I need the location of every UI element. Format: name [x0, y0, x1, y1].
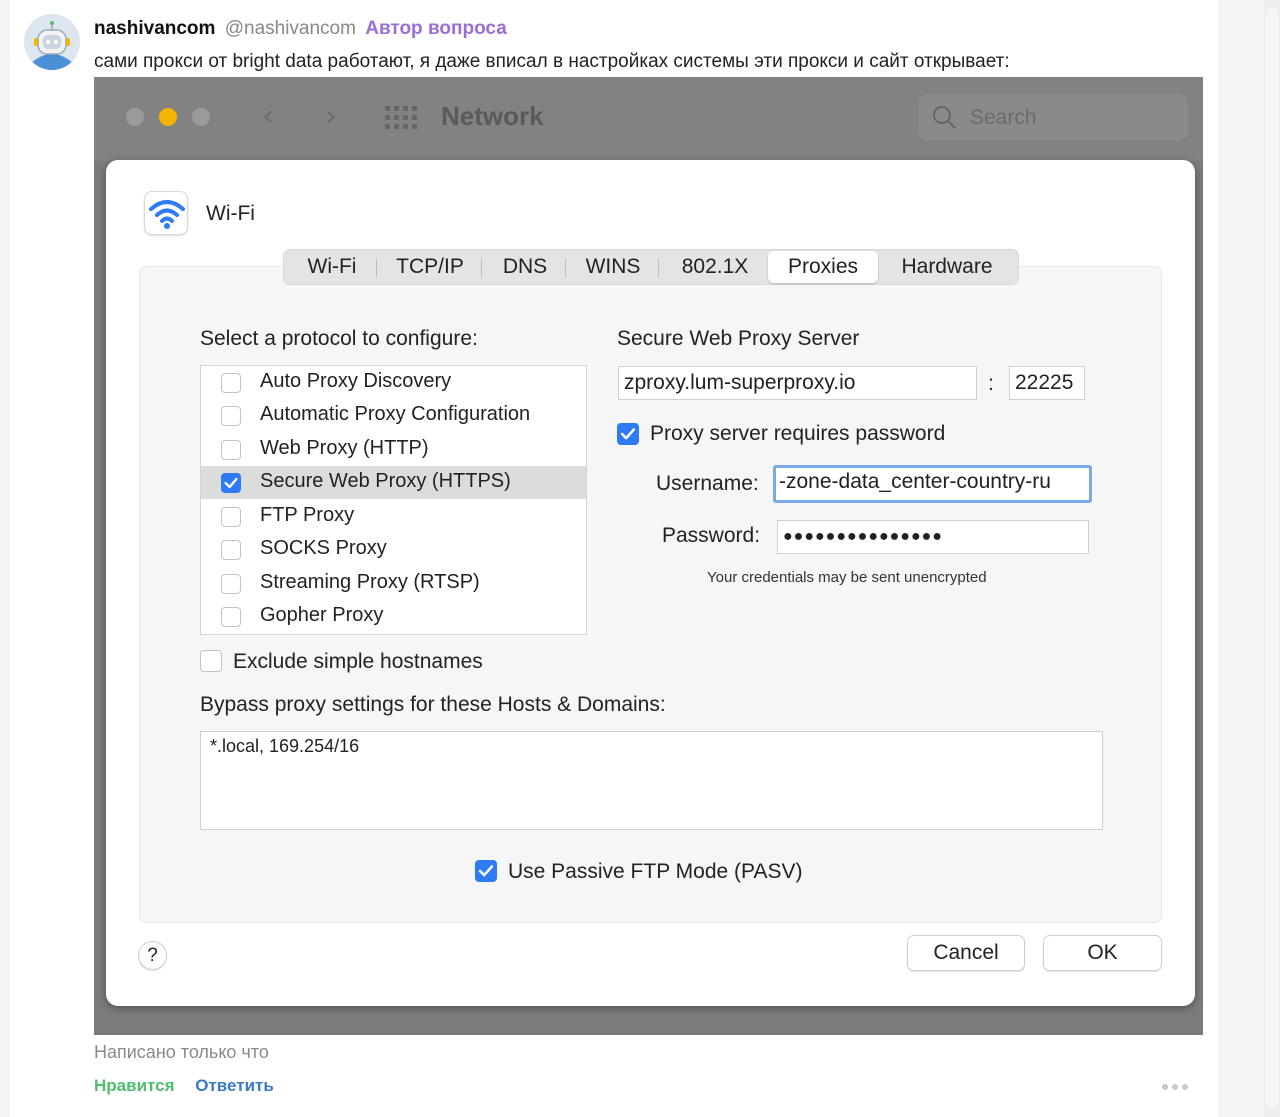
requires-password-label: Proxy server requires password — [650, 422, 946, 445]
proxy-host-input[interactable]: zproxy.lum-superproxy.io — [618, 366, 977, 400]
proxy-settings-dialog: Wi-Fi Wi-Fi TCP/IP DNS WINS 802.1X Proxi… — [106, 160, 1195, 1006]
protocol-item-ftp[interactable]: FTP Proxy — [201, 500, 586, 533]
forward-arrow-icon: › — [325, 99, 337, 134]
server-heading: Secure Web Proxy Server — [617, 327, 860, 350]
tab-wins[interactable]: WINS — [573, 250, 653, 284]
comment-time: Написано только что — [94, 1042, 269, 1062]
username-input[interactable]: -zone-data_center-country-ru — [773, 465, 1092, 503]
username-label: Username: — [656, 472, 759, 495]
more-options-icon[interactable] — [1162, 1084, 1192, 1092]
protocol-label: Web Proxy (HTTP) — [260, 437, 429, 459]
bypass-textarea[interactable]: *.local, 169.254/16 — [200, 731, 1103, 830]
zoom-light — [192, 108, 210, 126]
protocol-checkbox[interactable] — [221, 607, 241, 627]
comment-text: сами прокси от bright data работают, я д… — [94, 51, 1010, 72]
tab-tcpip[interactable]: TCP/IP — [384, 250, 476, 284]
scrollbar-thumb[interactable] — [1266, 8, 1278, 1108]
comment-card: nashivancom @nashivancom Автор вопроса с… — [10, 0, 1218, 1117]
window-title: Network — [441, 101, 544, 131]
protocol-item-auto-discovery[interactable]: Auto Proxy Discovery — [201, 366, 586, 399]
exclude-simple-checkbox[interactable] — [200, 650, 222, 672]
author-line: nashivancom @nashivancom Автор вопроса — [94, 18, 507, 40]
wifi-interface-icon — [144, 191, 188, 235]
protocol-label: Automatic Proxy Configuration — [260, 403, 531, 425]
author-badge: Автор вопроса — [365, 18, 507, 39]
protocol-label: Streaming Proxy (RTSP) — [260, 571, 480, 593]
close-light — [126, 108, 144, 126]
embedded-screenshot[interactable]: ‹ › Network Search Wi-Fi Wi-Fi TCP/IP DN… — [94, 77, 1203, 1035]
minimize-light — [159, 108, 177, 126]
help-button[interactable]: ? — [138, 941, 167, 970]
settings-tabs: Wi-Fi TCP/IP DNS WINS 802.1X Proxies Har… — [283, 249, 1019, 285]
protocol-checkbox[interactable] — [221, 473, 241, 493]
protocol-label: FTP Proxy — [260, 504, 355, 526]
exclude-simple-label: Exclude simple hostnames — [233, 650, 483, 673]
ok-button[interactable]: OK — [1043, 935, 1162, 971]
tab-hardware[interactable]: Hardware — [884, 250, 1010, 284]
back-arrow-icon: ‹ — [262, 99, 274, 134]
comment-actions: Нравится Ответить — [94, 1076, 274, 1096]
protocol-item-web-http[interactable]: Web Proxy (HTTP) — [201, 433, 586, 466]
search-icon — [933, 106, 956, 129]
protocol-checkbox[interactable] — [221, 574, 241, 594]
requires-password-checkbox[interactable] — [617, 423, 639, 445]
protocol-item-rtsp[interactable]: Streaming Proxy (RTSP) — [201, 567, 586, 600]
tab-proxies[interactable]: Proxies — [768, 251, 878, 283]
cancel-button[interactable]: Cancel — [907, 935, 1025, 971]
checkmark-icon — [224, 477, 238, 489]
protocol-heading: Select a protocol to configure: — [200, 327, 478, 350]
passive-ftp-label: Use Passive FTP Mode (PASV) — [508, 860, 803, 883]
password-input[interactable]: ●●●●●●●●●●●●●●● — [777, 520, 1089, 554]
protocol-checkbox[interactable] — [221, 373, 241, 393]
like-button[interactable]: Нравится — [94, 1076, 175, 1095]
protocol-checkbox[interactable] — [221, 507, 241, 527]
protocol-label: Secure Web Proxy (HTTPS) — [260, 470, 511, 492]
protocol-item-gopher[interactable]: Gopher Proxy — [201, 600, 586, 633]
protocol-label: Gopher Proxy — [260, 604, 384, 626]
bypass-heading: Bypass proxy settings for these Hosts & … — [200, 693, 666, 716]
interface-name: Wi-Fi — [206, 202, 255, 225]
search-field: Search — [918, 94, 1188, 140]
protocol-item-socks[interactable]: SOCKS Proxy — [201, 533, 586, 566]
proxy-port-input[interactable]: 22225 — [1009, 366, 1085, 400]
checkmark-icon — [478, 865, 494, 877]
reply-button[interactable]: Ответить — [195, 1076, 274, 1095]
robot-avatar-icon — [24, 14, 80, 70]
wifi-icon — [149, 200, 185, 229]
protocol-item-auto-config[interactable]: Automatic Proxy Configuration — [201, 399, 586, 432]
protocol-item-secure-https[interactable]: Secure Web Proxy (HTTPS) — [201, 466, 586, 499]
protocol-label: SOCKS Proxy — [260, 537, 387, 559]
password-label: Password: — [662, 524, 761, 547]
search-placeholder: Search — [970, 106, 1037, 129]
avatar[interactable] — [24, 14, 80, 70]
protocol-checkbox[interactable] — [221, 406, 241, 426]
checkmark-icon — [620, 428, 636, 440]
port-separator: : — [988, 372, 994, 395]
protocol-checkbox[interactable] — [221, 440, 241, 460]
tab-dns[interactable]: DNS — [489, 250, 561, 284]
credentials-note: Your credentials may be sent unencrypted — [707, 569, 987, 586]
window-titlebar: ‹ › Network Search — [94, 77, 1203, 161]
page-scrollbar[interactable] — [1264, 0, 1280, 1117]
author-name[interactable]: nashivancom — [94, 18, 215, 39]
passive-ftp-checkbox[interactable] — [475, 860, 497, 882]
tab-8021x[interactable]: 802.1X — [666, 250, 764, 284]
protocol-list: Auto Proxy Discovery Automatic Proxy Con… — [200, 365, 587, 635]
author-handle: @nashivancom — [224, 18, 356, 39]
grid-icon — [385, 106, 417, 130]
protocol-checkbox[interactable] — [221, 540, 241, 560]
tab-wifi[interactable]: Wi-Fi — [292, 250, 372, 284]
protocol-label: Auto Proxy Discovery — [260, 370, 452, 392]
